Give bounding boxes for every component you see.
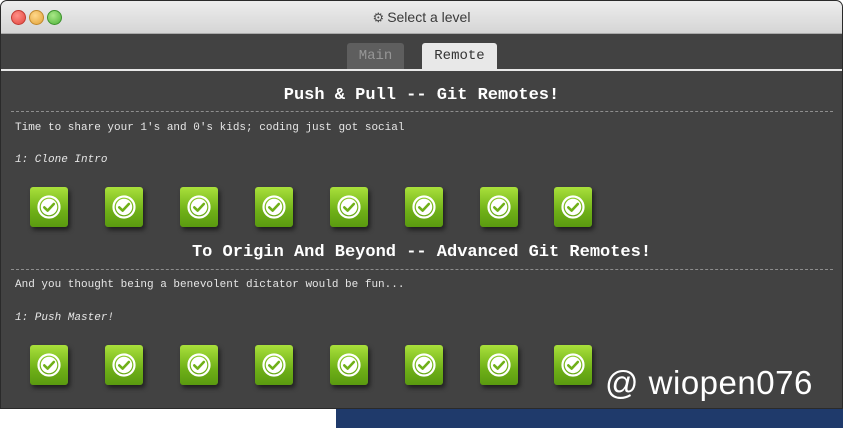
sequence-label: 1: Clone Intro bbox=[15, 154, 108, 166]
section-description: Time to share your 1's and 0's kids; cod… bbox=[15, 122, 405, 134]
checkmark-icon bbox=[561, 195, 585, 219]
desktop-backdrop-strip bbox=[336, 408, 843, 428]
level-button[interactable] bbox=[554, 345, 592, 385]
level-button[interactable] bbox=[255, 345, 293, 385]
level-button[interactable] bbox=[330, 345, 368, 385]
level-row bbox=[1, 187, 842, 231]
checkmark-icon bbox=[187, 353, 211, 377]
level-button[interactable] bbox=[554, 187, 592, 227]
title-bar: ⚙ Select a level bbox=[1, 1, 842, 34]
checkmark-icon bbox=[337, 195, 361, 219]
section-title: To Origin And Beyond -- Advanced Git Rem… bbox=[191, 243, 652, 262]
checkmark-icon bbox=[337, 353, 361, 377]
checkmark-icon bbox=[112, 195, 136, 219]
watermark-text: @ wiopen076 bbox=[605, 364, 813, 401]
level-button[interactable] bbox=[180, 345, 218, 385]
level-button[interactable] bbox=[405, 345, 443, 385]
level-button[interactable] bbox=[30, 187, 68, 227]
level-button[interactable] bbox=[480, 345, 518, 385]
checkmark-icon bbox=[187, 195, 211, 219]
checkmark-icon bbox=[262, 195, 286, 219]
level-select-window: ⚙ Select a level Main Remote Push & Pull … bbox=[1, 1, 842, 408]
checkmark-icon bbox=[37, 353, 61, 377]
checkmark-icon bbox=[561, 353, 585, 377]
tab-remote[interactable]: Remote bbox=[422, 43, 497, 69]
section-divider bbox=[11, 269, 833, 270]
checkmark-icon bbox=[412, 353, 436, 377]
section-divider bbox=[11, 111, 833, 112]
checkmark-icon bbox=[262, 353, 286, 377]
checkmark-icon bbox=[112, 353, 136, 377]
tab-bar: Main Remote bbox=[1, 41, 842, 71]
window-title-text: Select a level bbox=[387, 9, 471, 25]
gear-icon: ⚙ bbox=[372, 10, 385, 25]
checkmark-icon bbox=[37, 195, 61, 219]
level-button[interactable] bbox=[330, 187, 368, 227]
level-button[interactable] bbox=[180, 187, 218, 227]
level-button[interactable] bbox=[405, 187, 443, 227]
checkmark-icon bbox=[412, 195, 436, 219]
checkmark-icon bbox=[487, 195, 511, 219]
window-title: ⚙ Select a level bbox=[1, 9, 842, 26]
level-button[interactable] bbox=[480, 187, 518, 227]
checkmark-icon bbox=[487, 353, 511, 377]
section-title: Push & Pull -- Git Remotes! bbox=[283, 86, 560, 105]
level-button[interactable] bbox=[255, 187, 293, 227]
sequence-label: 1: Push Master! bbox=[15, 312, 115, 324]
level-button[interactable] bbox=[105, 345, 143, 385]
tab-underline bbox=[1, 69, 842, 71]
level-button[interactable] bbox=[30, 345, 68, 385]
tab-main[interactable]: Main bbox=[347, 43, 404, 69]
section-description: And you thought being a benevolent dicta… bbox=[15, 279, 405, 291]
level-button[interactable] bbox=[105, 187, 143, 227]
